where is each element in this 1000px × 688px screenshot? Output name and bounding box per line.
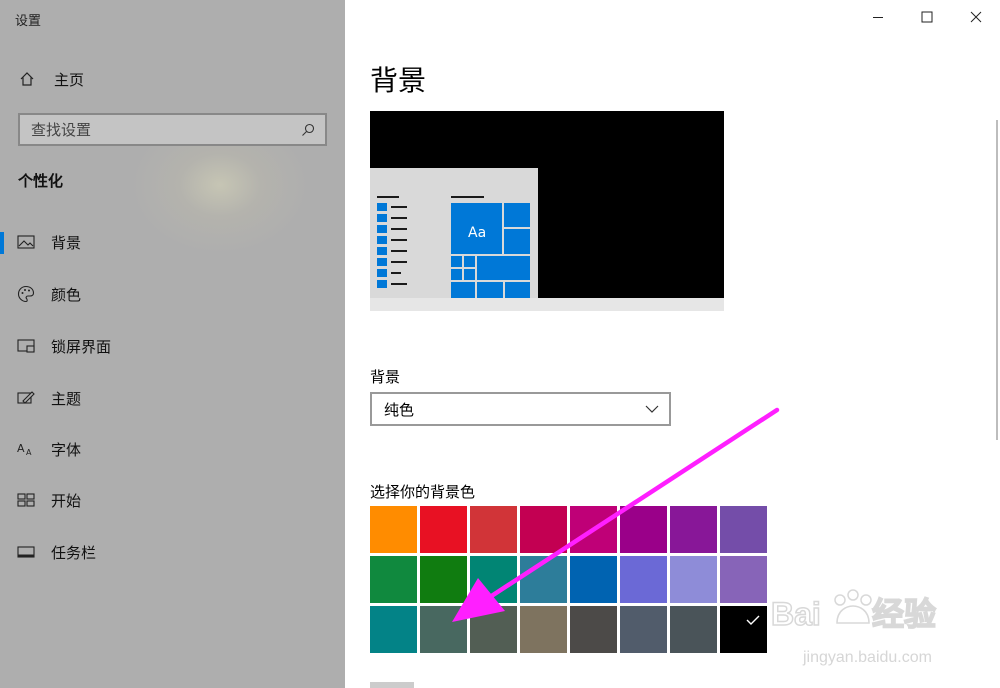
color-swatch[interactable] [420, 556, 467, 603]
palette-icon [17, 285, 35, 303]
color-swatch[interactable] [570, 506, 617, 553]
app-title: 设置 [15, 14, 42, 29]
home-nav-item[interactable]: 主页 [18, 68, 84, 90]
maximize-button[interactable] [902, 0, 951, 34]
lock-screen-icon [17, 337, 35, 355]
color-swatch[interactable] [620, 556, 667, 603]
sidebar-item-label: 开始 [51, 491, 82, 510]
taskbar-icon [17, 543, 35, 561]
background-type-label: 背景 [370, 368, 401, 386]
minimize-icon [872, 8, 884, 27]
dropdown-value: 纯色 [384, 400, 415, 419]
sidebar-item-label: 主题 [51, 389, 82, 408]
font-icon: AA [17, 440, 35, 458]
search-input[interactable]: 查找设置 [18, 113, 327, 146]
sidebar-item-background[interactable]: 背景 [0, 222, 345, 262]
background-type-dropdown[interactable]: 纯色 [370, 392, 671, 426]
color-swatch[interactable] [570, 606, 617, 653]
color-swatch-grid [370, 506, 770, 653]
color-swatch[interactable] [670, 606, 717, 653]
window-controls [853, 0, 1000, 34]
theme-brush-icon [17, 389, 35, 407]
preview-sample-text: Aa [468, 225, 487, 241]
sidebar: 设置 主页 查找设置 个性化 背景 颜色 锁屏界面 主题 A A 字体 开始 任… [0, 0, 345, 688]
close-icon [970, 8, 982, 27]
section-title: 个性化 [18, 172, 64, 190]
color-swatch[interactable] [470, 556, 517, 603]
search-icon[interactable] [299, 121, 317, 139]
sidebar-item-start[interactable]: 开始 [0, 480, 345, 520]
color-swatch[interactable] [520, 506, 567, 553]
sidebar-item-themes[interactable]: 主题 [0, 378, 345, 418]
sidebar-item-label: 背景 [51, 233, 82, 252]
color-swatch[interactable] [520, 606, 567, 653]
chevron-down-icon [643, 400, 661, 418]
color-swatch[interactable] [720, 556, 767, 603]
home-icon [18, 70, 36, 88]
sidebar-item-label: 字体 [51, 440, 82, 459]
color-swatch[interactable] [620, 606, 667, 653]
svg-text:A: A [26, 448, 32, 457]
sidebar-item-colors[interactable]: 颜色 [0, 274, 345, 314]
color-swatch[interactable] [370, 556, 417, 603]
main-content: 背景 Aa 背景 纯色 选择你的背景色 [345, 0, 1000, 688]
scrollbar[interactable] [996, 120, 998, 440]
color-swatch[interactable] [720, 506, 767, 553]
sidebar-item-label: 颜色 [51, 285, 82, 304]
sidebar-item-lock-screen[interactable]: 锁屏界面 [0, 326, 345, 366]
search-placeholder: 查找设置 [31, 121, 92, 139]
start-menu-icon [17, 491, 35, 509]
color-swatch[interactable] [420, 606, 467, 653]
background-preview: Aa [370, 111, 724, 311]
color-swatch[interactable] [470, 506, 517, 553]
page-title: 背景 [370, 64, 427, 97]
sidebar-item-label: 锁屏界面 [51, 337, 112, 356]
sidebar-item-label: 任务栏 [51, 543, 97, 562]
color-swatch[interactable] [570, 556, 617, 603]
sidebar-item-taskbar[interactable]: 任务栏 [0, 532, 345, 572]
close-button[interactable] [951, 0, 1000, 34]
maximize-icon [921, 8, 933, 27]
checkmark-icon [746, 615, 760, 625]
color-swatch[interactable] [470, 606, 517, 653]
background-color-label: 选择你的背景色 [370, 483, 476, 501]
color-swatch[interactable] [670, 506, 717, 553]
color-swatch[interactable] [370, 506, 417, 553]
minimize-button[interactable] [853, 0, 902, 34]
color-swatch[interactable] [670, 556, 717, 603]
custom-color-swatch[interactable] [370, 682, 414, 688]
color-swatch[interactable] [370, 606, 417, 653]
svg-text:A: A [17, 442, 25, 455]
sidebar-item-fonts[interactable]: AA 字体 [0, 429, 345, 469]
color-swatch[interactable] [520, 556, 567, 603]
home-label: 主页 [54, 70, 85, 89]
picture-icon [17, 233, 35, 251]
color-swatch-selected[interactable] [720, 606, 767, 653]
color-swatch[interactable] [620, 506, 667, 553]
color-swatch[interactable] [420, 506, 467, 553]
preview-window: Aa [370, 168, 538, 298]
